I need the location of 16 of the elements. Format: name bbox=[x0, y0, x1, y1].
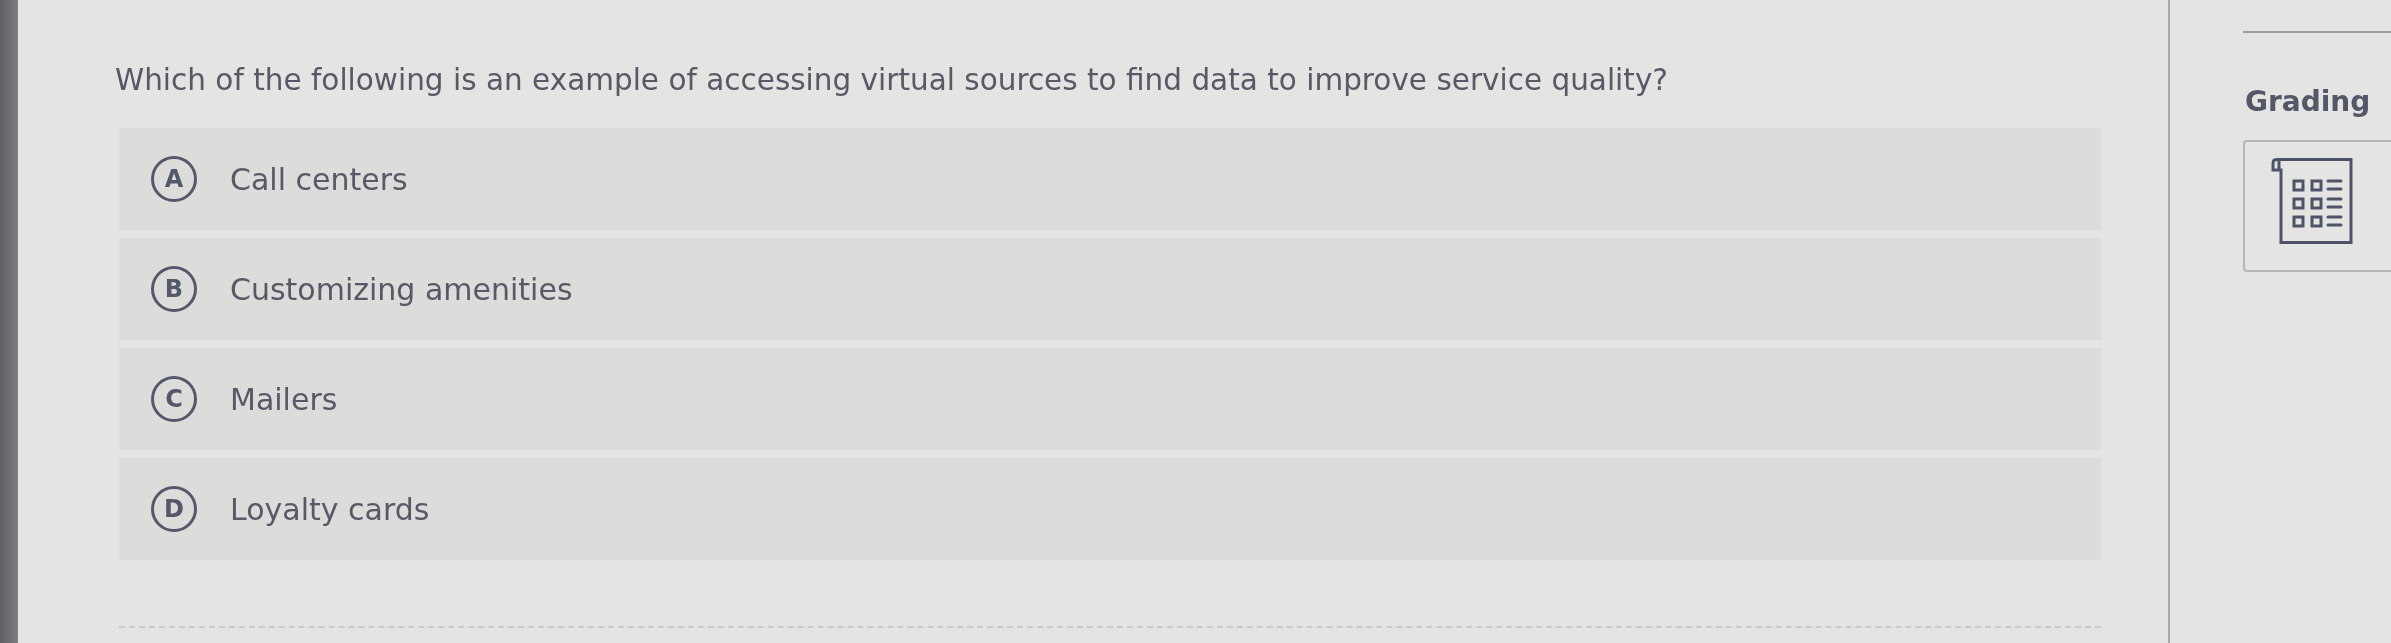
answer-option[interactable]: C Mailers bbox=[119, 348, 2101, 450]
option-letter: C bbox=[151, 376, 197, 422]
option-text: Call centers bbox=[230, 161, 408, 197]
answer-option[interactable]: D Loyalty cards bbox=[119, 458, 2101, 560]
answer-option[interactable]: A Call centers bbox=[119, 128, 2101, 230]
option-text: Loyalty cards bbox=[230, 491, 430, 527]
option-letter: A bbox=[151, 156, 197, 202]
grading-card[interactable] bbox=[2243, 140, 2391, 272]
option-text: Customizing amenities bbox=[230, 271, 573, 307]
option-letter: D bbox=[151, 486, 197, 532]
grading-heading: Grading bbox=[2245, 84, 2371, 120]
question-text: Which of the following is an example of accessing virtual sources to find data to improve service quality? bbox=[115, 62, 1669, 99]
answer-option[interactable]: B Customizing amenities bbox=[119, 238, 2101, 340]
document-grid-icon bbox=[2269, 158, 2355, 244]
option-text: Mailers bbox=[230, 381, 338, 417]
option-letter: B bbox=[151, 266, 197, 312]
